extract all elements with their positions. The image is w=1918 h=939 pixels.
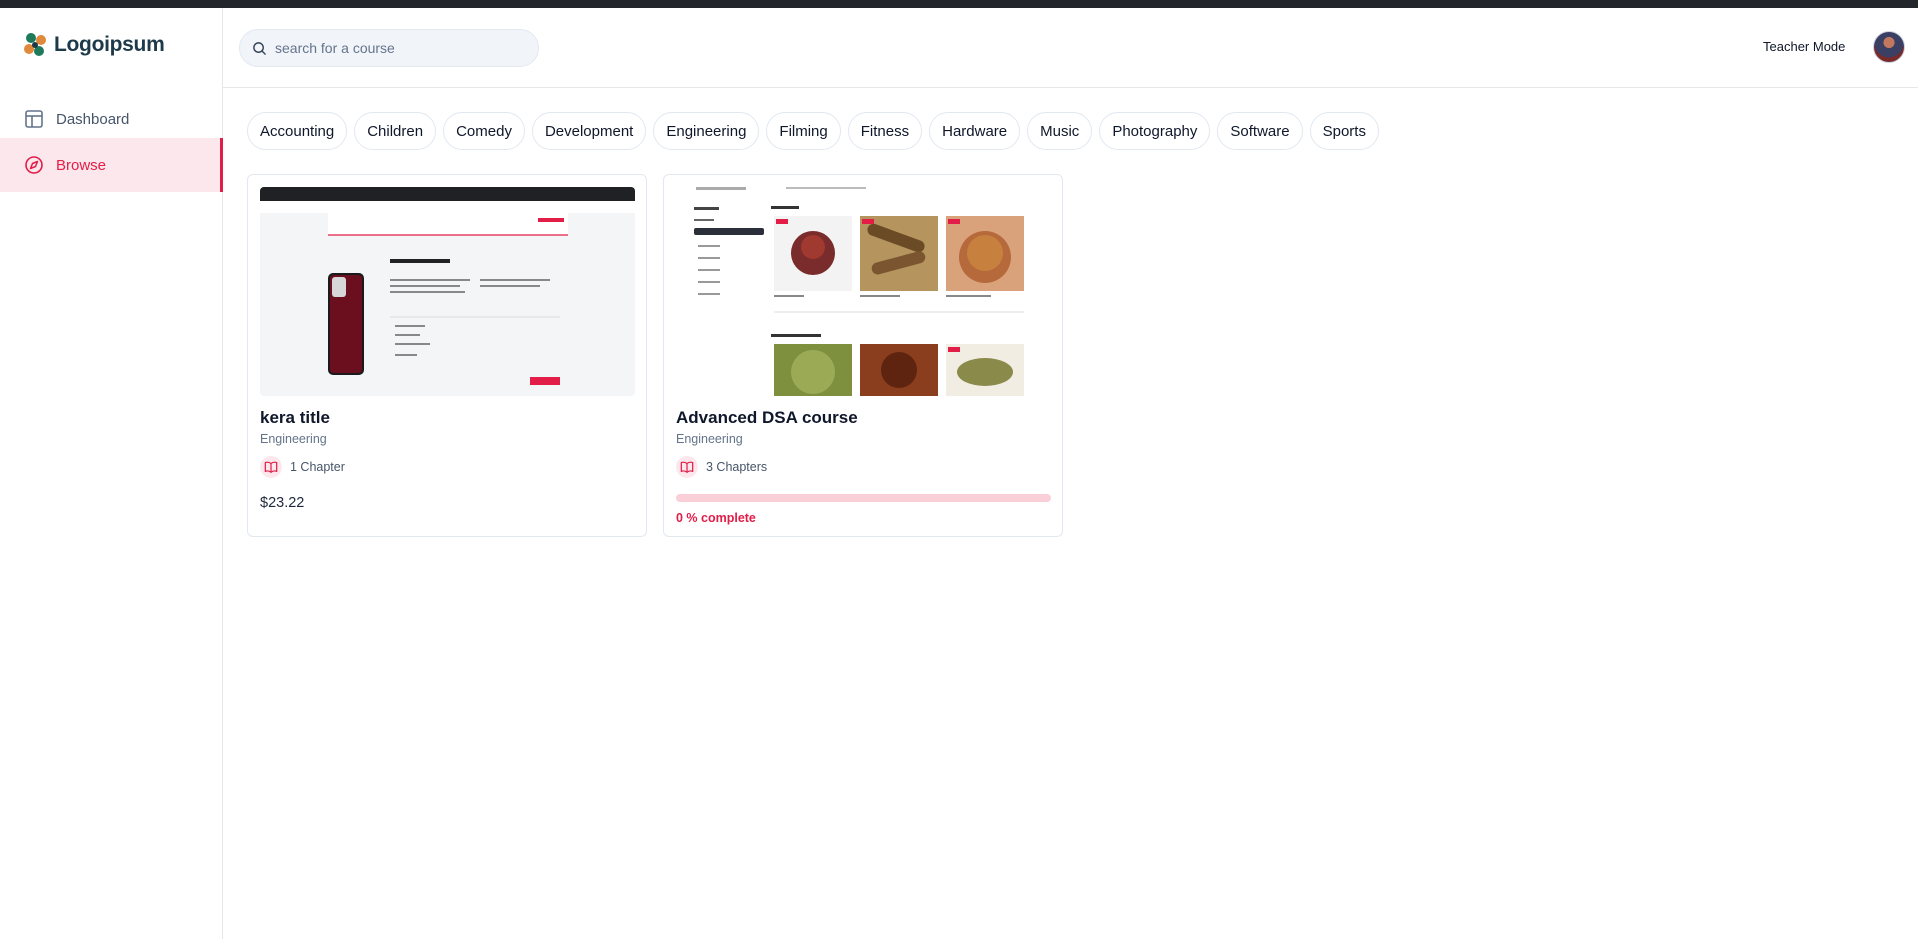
- course-category: Engineering: [676, 432, 743, 446]
- teacher-mode-button[interactable]: Teacher Mode: [1763, 39, 1845, 54]
- search-box[interactable]: [239, 29, 539, 67]
- category-chip-accounting[interactable]: Accounting: [247, 112, 348, 150]
- course-title: Advanced DSA course: [676, 408, 858, 427]
- category-chip-engineering[interactable]: Engineering: [653, 112, 760, 150]
- course-category: Engineering: [260, 432, 327, 446]
- sidebar: Logoipsum Dashboard Browse: [0, 8, 223, 939]
- category-filter-bar: Accounting Children Comedy Development E…: [247, 112, 1379, 150]
- category-chip-sports[interactable]: Sports: [1309, 112, 1379, 150]
- course-title: kera title: [260, 408, 330, 427]
- category-chip-children[interactable]: Children: [354, 112, 437, 150]
- course-chapter-count: 1 Chapter: [290, 460, 345, 474]
- category-chip-development[interactable]: Development: [531, 112, 647, 150]
- logo[interactable]: Logoipsum: [22, 32, 165, 58]
- course-chapters: 3 Chapters: [676, 456, 767, 478]
- course-progress-bar: [676, 494, 1051, 502]
- book-icon: [676, 456, 698, 478]
- category-chip-software[interactable]: Software: [1217, 112, 1303, 150]
- course-thumbnail: [260, 187, 635, 396]
- avatar[interactable]: [1873, 31, 1905, 63]
- course-card[interactable]: Advanced DSA course Engineering 3 Chapte…: [663, 174, 1063, 537]
- category-chip-filming[interactable]: Filming: [766, 112, 841, 150]
- course-price: $23.22: [260, 495, 305, 511]
- sidebar-item-browse[interactable]: Browse: [0, 138, 223, 192]
- course-chapter-count: 3 Chapters: [706, 460, 768, 474]
- search-input[interactable]: [275, 40, 515, 56]
- top-header: Teacher Mode: [223, 8, 1918, 88]
- category-chip-fitness[interactable]: Fitness: [847, 112, 923, 150]
- course-progress-text: 0 % complete: [676, 511, 756, 525]
- course-thumbnail: [676, 187, 1051, 396]
- category-chip-music[interactable]: Music: [1027, 112, 1093, 150]
- search-icon: [253, 41, 266, 55]
- logo-icon: [24, 33, 46, 56]
- book-icon: [260, 456, 282, 478]
- course-card[interactable]: kera title Engineering 1 Chapter $23.22: [247, 174, 647, 537]
- logo-text: Logoipsum: [54, 33, 165, 56]
- layout-icon: [25, 110, 43, 128]
- course-thumbnail-image: [676, 187, 1051, 396]
- course-chapters: 1 Chapter: [260, 456, 345, 478]
- category-chip-comedy[interactable]: Comedy: [443, 112, 525, 150]
- category-chip-photography[interactable]: Photography: [1099, 112, 1211, 150]
- sidebar-item-label: Browse: [56, 156, 107, 174]
- window-top-bar: [0, 0, 1918, 8]
- compass-icon: [25, 156, 43, 174]
- sidebar-item-label: Dashboard: [56, 110, 130, 128]
- category-chip-hardware[interactable]: Hardware: [929, 112, 1021, 150]
- course-thumbnail-image: [260, 187, 635, 396]
